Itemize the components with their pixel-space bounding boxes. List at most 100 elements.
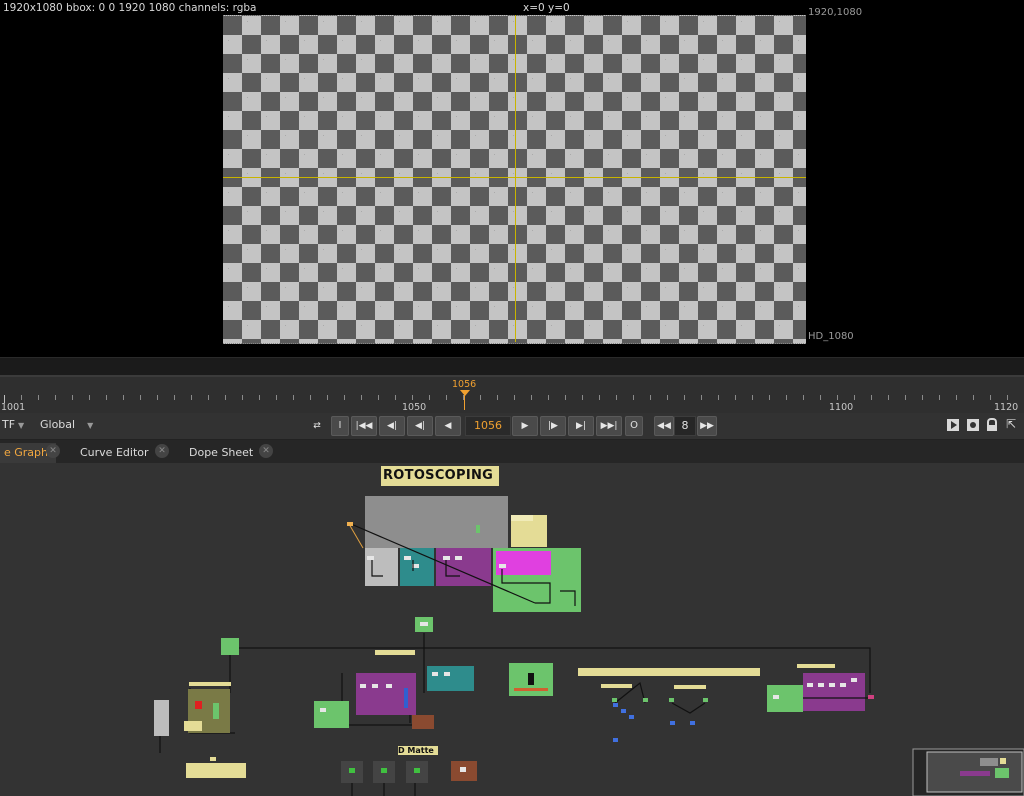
node-pink[interactable] bbox=[868, 695, 874, 699]
next-keyframe-icon[interactable]: ▶| bbox=[568, 416, 594, 436]
backdrop-strip[interactable] bbox=[578, 668, 760, 676]
node[interactable] bbox=[443, 556, 450, 560]
node[interactable] bbox=[386, 684, 392, 688]
node-red[interactable] bbox=[195, 701, 202, 709]
node[interactable] bbox=[613, 738, 618, 742]
node[interactable] bbox=[818, 683, 824, 687]
lock-icon[interactable] bbox=[987, 418, 997, 431]
node-brown[interactable] bbox=[412, 715, 434, 729]
playback-mode-icon[interactable]: ⇄ bbox=[306, 416, 328, 436]
node-blue[interactable] bbox=[404, 688, 408, 708]
step-forward-icon[interactable]: |▶ bbox=[540, 416, 566, 436]
timeline-tick bbox=[89, 395, 91, 400]
node[interactable] bbox=[432, 672, 438, 676]
close-icon[interactable]: ✕ bbox=[46, 444, 60, 458]
backdrop-strip bbox=[514, 688, 548, 691]
node[interactable] bbox=[404, 556, 411, 560]
node-graph-panel[interactable]: ROTOSCOPING D Matte bbox=[0, 463, 1024, 796]
node[interactable] bbox=[840, 683, 846, 687]
close-icon[interactable]: ✕ bbox=[155, 444, 169, 458]
node[interactable] bbox=[210, 757, 216, 761]
node[interactable] bbox=[367, 556, 374, 560]
node[interactable] bbox=[690, 721, 695, 725]
backdrop-magenta[interactable] bbox=[496, 551, 551, 575]
node-dark[interactable] bbox=[528, 673, 534, 685]
tab-dope-sheet[interactable]: Dope Sheet bbox=[181, 443, 261, 463]
backdrop-teal[interactable] bbox=[427, 666, 474, 691]
backdrop-light-gray[interactable] bbox=[365, 548, 398, 586]
sticky-note[interactable] bbox=[186, 763, 246, 778]
range-dropdown[interactable]: Global ▼ bbox=[40, 418, 93, 431]
backdrop-light-gray[interactable] bbox=[154, 700, 169, 736]
sticky-note[interactable] bbox=[184, 721, 202, 731]
wire bbox=[671, 702, 706, 714]
playhead-icon[interactable] bbox=[460, 390, 470, 396]
node[interactable] bbox=[613, 703, 618, 707]
node bbox=[460, 767, 466, 772]
set-out-point-button[interactable]: O bbox=[625, 416, 643, 436]
backdrop-green[interactable] bbox=[767, 685, 803, 712]
tab-curve-editor[interactable]: Curve Editor bbox=[72, 443, 157, 463]
timeline-tick bbox=[973, 395, 975, 400]
backdrop-strip[interactable] bbox=[797, 664, 835, 668]
timeline-tick bbox=[531, 395, 533, 400]
previous-keyframe-icon[interactable]: ◀| bbox=[379, 416, 405, 436]
minimap-node bbox=[980, 758, 998, 766]
frame-increment-field[interactable]: 8 bbox=[674, 416, 696, 436]
node[interactable] bbox=[773, 695, 779, 699]
tf-dropdown[interactable]: TF ▼ bbox=[2, 418, 24, 431]
go-to-start-icon[interactable]: |◀◀ bbox=[351, 416, 377, 436]
node[interactable] bbox=[455, 556, 462, 560]
play-backward-icon[interactable]: ◀ bbox=[435, 416, 461, 436]
backdrop-green[interactable] bbox=[314, 701, 349, 728]
set-in-point-button[interactable]: I bbox=[331, 416, 349, 436]
backdrop-strip[interactable] bbox=[674, 685, 706, 689]
node[interactable] bbox=[320, 708, 326, 712]
node-green[interactable] bbox=[221, 638, 239, 655]
current-frame-marker-label: 1056 bbox=[452, 379, 477, 390]
flipbook-icon[interactable] bbox=[947, 419, 959, 431]
node[interactable] bbox=[829, 683, 835, 687]
node[interactable] bbox=[360, 684, 366, 688]
go-to-end-icon[interactable]: ▶▶| bbox=[596, 416, 622, 436]
close-icon[interactable]: ✕ bbox=[259, 444, 273, 458]
timeline-ruler[interactable] bbox=[0, 395, 1024, 403]
node[interactable] bbox=[372, 684, 378, 688]
node-green-small[interactable] bbox=[213, 703, 219, 719]
timeline-tick bbox=[939, 395, 941, 400]
decrement-frames-icon[interactable]: ◀◀ bbox=[654, 416, 674, 436]
node[interactable] bbox=[851, 678, 857, 682]
backdrop-strip[interactable] bbox=[189, 682, 231, 686]
timeline-tick bbox=[412, 395, 414, 400]
render-icon[interactable] bbox=[967, 419, 979, 431]
node[interactable] bbox=[670, 721, 675, 725]
timeline-tick bbox=[514, 395, 516, 400]
node[interactable] bbox=[669, 698, 674, 702]
backdrop-strip[interactable] bbox=[375, 650, 415, 655]
play-forward-icon[interactable]: ▶ bbox=[512, 416, 538, 436]
export-icon[interactable]: ⇱ bbox=[1006, 417, 1016, 431]
step-back-icon[interactable]: ◀| bbox=[407, 416, 433, 436]
node-graph-canvas[interactable] bbox=[0, 463, 1024, 796]
node[interactable] bbox=[703, 698, 708, 702]
increment-frames-icon[interactable]: ▶▶ bbox=[697, 416, 717, 436]
backdrop-strip[interactable] bbox=[601, 684, 632, 688]
node[interactable] bbox=[621, 709, 626, 713]
node[interactable] bbox=[643, 698, 648, 702]
node-green-small[interactable] bbox=[381, 768, 387, 773]
backdrop-gray[interactable] bbox=[365, 496, 508, 548]
node-green-small[interactable] bbox=[414, 768, 420, 773]
node[interactable] bbox=[612, 698, 617, 702]
node[interactable] bbox=[629, 715, 634, 719]
node-dot[interactable] bbox=[476, 525, 480, 533]
node-group-green bbox=[612, 698, 708, 702]
node[interactable] bbox=[499, 564, 506, 568]
play-triangle bbox=[951, 421, 957, 429]
minimap-node bbox=[1000, 758, 1006, 764]
dot-node[interactable] bbox=[347, 522, 353, 526]
node[interactable] bbox=[444, 672, 450, 676]
node[interactable] bbox=[807, 683, 813, 687]
current-frame-field[interactable]: 1056 bbox=[465, 416, 511, 436]
node-green-small[interactable] bbox=[349, 768, 355, 773]
timeline-tick bbox=[786, 395, 788, 400]
